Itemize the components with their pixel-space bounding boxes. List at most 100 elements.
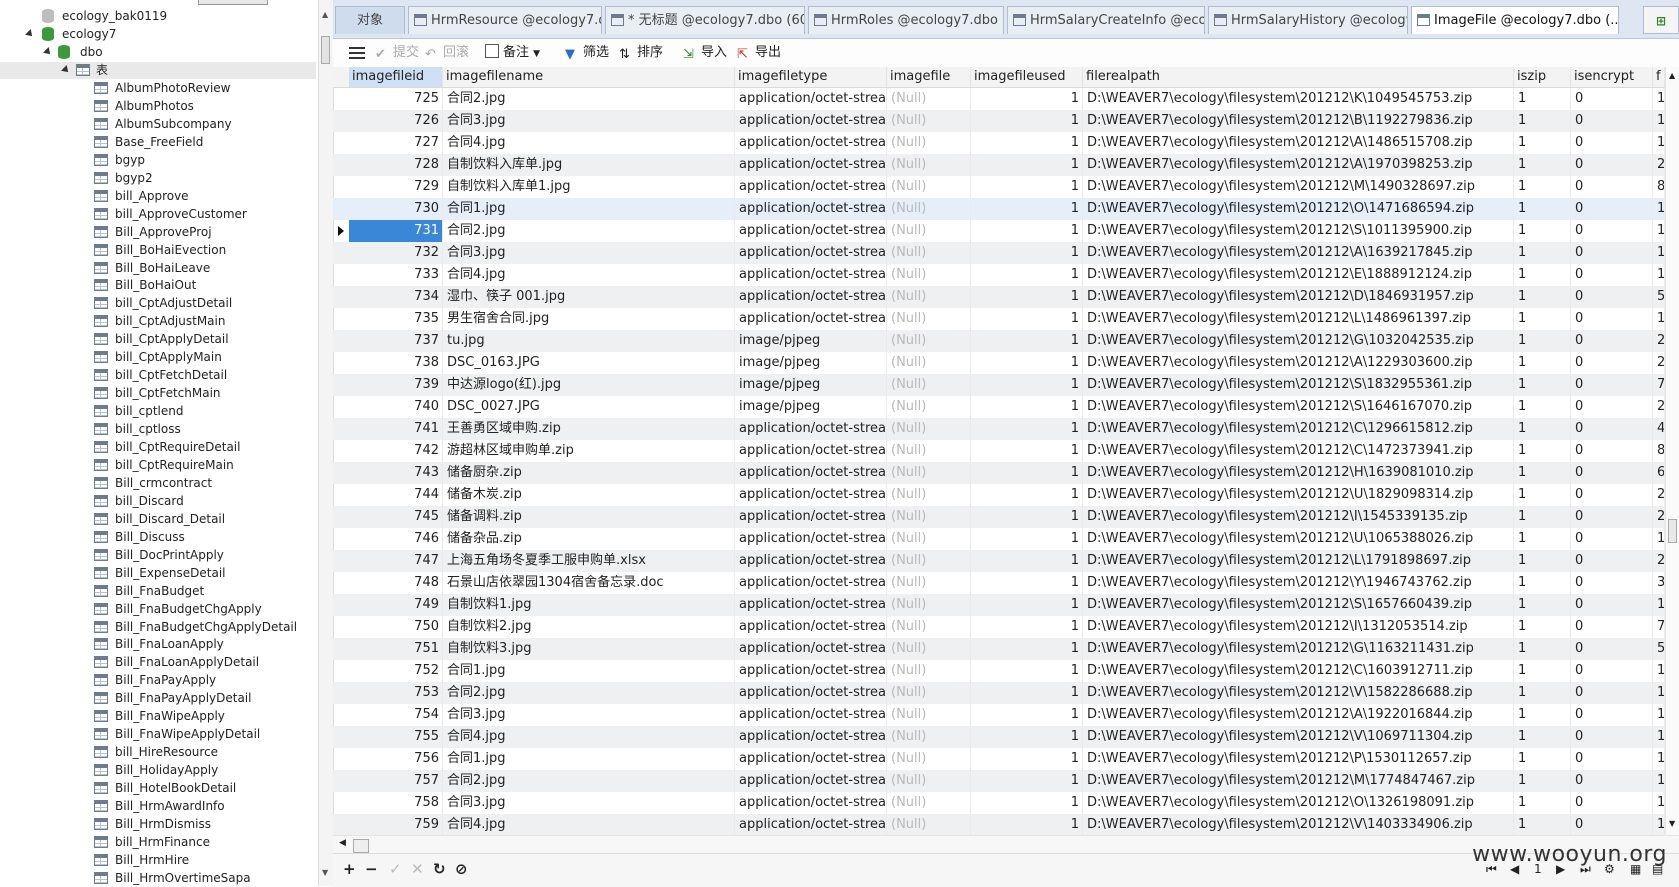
cell-filerealpath[interactable]: D:\WEAVER7\ecology\filesystem\201212\S\1… <box>1083 374 1514 396</box>
cell-iszip[interactable]: 1 <box>1514 572 1571 594</box>
tree-table-item[interactable]: bill_HrmFinance <box>0 834 316 851</box>
tab-table[interactable]: ImageFile @ecology7.dbo (... <box>1411 6 1619 34</box>
cell-imagefile[interactable]: (Null) <box>887 616 971 638</box>
cell-iszip[interactable]: 1 <box>1514 770 1571 792</box>
cell-isencrypt[interactable]: 0 <box>1571 462 1653 484</box>
tab-objects[interactable]: 对象 <box>335 6 405 34</box>
cell-imagefilename[interactable]: 合同1.jpg <box>443 660 735 682</box>
add-record-icon[interactable]: + <box>343 860 356 878</box>
cell-imagefiletype[interactable]: application/octet-stream <box>735 242 887 264</box>
grid-vertical-scrollbar[interactable]: ▲ ▼ <box>1665 67 1679 835</box>
cell-imagefileid[interactable]: 738 <box>349 352 443 374</box>
cell-imagefilename[interactable]: 湿巾、筷子 001.jpg <box>443 286 735 308</box>
tab-table[interactable]: HrmSalaryHistory @ecology... <box>1208 6 1408 34</box>
cell-imagefiletype[interactable]: image/pjpeg <box>735 374 887 396</box>
cell-filerealpath[interactable]: D:\WEAVER7\ecology\filesystem\201212\U\1… <box>1083 484 1514 506</box>
cell-imagefiletype[interactable]: application/octet-stream <box>735 220 887 242</box>
cell-imagefilename[interactable]: 合同4.jpg <box>443 264 735 286</box>
new-tab-icon[interactable]: ⊞ <box>1643 6 1679 34</box>
tree-table-item[interactable]: bill_CptAdjustMain <box>0 313 316 330</box>
cell-imagefile[interactable]: (Null) <box>887 726 971 748</box>
cell-imagefiletype[interactable]: application/octet-stream <box>735 440 887 462</box>
cell-isencrypt[interactable]: 0 <box>1571 286 1653 308</box>
cell-imagefilename[interactable]: 王善勇区域申购.zip <box>443 418 735 440</box>
cell-isencrypt[interactable]: 0 <box>1571 352 1653 374</box>
cell-imagefile[interactable]: (Null) <box>887 594 971 616</box>
cell-f[interactable]: 1 <box>1653 110 1665 132</box>
cell-imagefilename[interactable]: 中达源logo(红).jpg <box>443 374 735 396</box>
cell-imagefiletype[interactable]: application/octet-stream <box>735 704 887 726</box>
cell-imagefileused[interactable]: 1 <box>971 418 1083 440</box>
cell-imagefilename[interactable]: 合同4.jpg <box>443 726 735 748</box>
export-button[interactable]: ⇱ 导出 <box>737 39 781 67</box>
menu-icon[interactable] <box>349 47 365 59</box>
cell-imagefilename[interactable]: 合同2.jpg <box>443 682 735 704</box>
cell-filerealpath[interactable]: D:\WEAVER7\ecology\filesystem\201212\A\1… <box>1083 132 1514 154</box>
cell-isencrypt[interactable]: 0 <box>1571 220 1653 242</box>
cell-filerealpath[interactable]: D:\WEAVER7\ecology\filesystem\201212\H\1… <box>1083 462 1514 484</box>
tree-table-item[interactable]: Bill_FnaWipeApply <box>0 708 316 725</box>
column-header-iszip[interactable]: iszip <box>1514 67 1571 87</box>
tab-table[interactable]: HrmRoles @ecology7.dbo (... <box>808 6 1004 34</box>
cell-imagefile[interactable]: (Null) <box>887 792 971 814</box>
cell-imagefilename[interactable]: 储备杂品.zip <box>443 528 735 550</box>
cell-imagefileid[interactable]: 733 <box>349 264 443 286</box>
tree-scrollbar[interactable]: ▲ ▼ <box>318 0 334 886</box>
cell-imagefile[interactable]: (Null) <box>887 660 971 682</box>
tree-table-item[interactable]: Bill_HrmOvertimeSapa <box>0 870 316 886</box>
tree-table-item[interactable]: Bill_BoHaiLeave <box>0 260 316 277</box>
scroll-down-icon[interactable]: ▼ <box>1669 819 1675 828</box>
cell-imagefileid[interactable]: 728 <box>349 154 443 176</box>
table-row[interactable]: 756 合同1.jpg application/octet-stream (Null)… <box>333 748 1665 770</box>
tree-table-item[interactable]: bgyp2 <box>0 170 316 187</box>
cell-imagefileused[interactable]: 1 <box>971 110 1083 132</box>
cell-imagefileused[interactable]: 1 <box>971 440 1083 462</box>
tree-table-item[interactable]: bill_CptRequireMain <box>0 457 316 474</box>
cell-isencrypt[interactable]: 0 <box>1571 88 1653 110</box>
cell-iszip[interactable]: 1 <box>1514 484 1571 506</box>
cell-iszip[interactable]: 1 <box>1514 418 1571 440</box>
cell-filerealpath[interactable]: D:\WEAVER7\ecology\filesystem\201212\D\1… <box>1083 286 1514 308</box>
refresh-icon[interactable]: ↻ <box>433 860 446 878</box>
cell-imagefiletype[interactable]: application/octet-stream <box>735 198 887 220</box>
tree-table-item[interactable]: Bill_crmcontract <box>0 475 316 492</box>
tab-table[interactable]: HrmResource @ecology7.d... <box>408 6 602 34</box>
cell-filerealpath[interactable]: D:\WEAVER7\ecology\filesystem\201212\A\1… <box>1083 352 1514 374</box>
cell-iszip[interactable]: 1 <box>1514 286 1571 308</box>
cell-isencrypt[interactable]: 0 <box>1571 726 1653 748</box>
tree-table-item[interactable]: Bill_ExpenseDetail <box>0 565 316 582</box>
tree-top-button[interactable] <box>198 0 268 5</box>
tree-table-item[interactable]: bgyp <box>0 152 316 169</box>
cell-filerealpath[interactable]: D:\WEAVER7\ecology\filesystem\201212\V\1… <box>1083 726 1514 748</box>
cell-iszip[interactable]: 1 <box>1514 550 1571 572</box>
cell-isencrypt[interactable]: 0 <box>1571 264 1653 286</box>
table-row[interactable]: 731 合同2.jpg application/octet-stream (Null)… <box>333 220 1665 242</box>
cell-imagefileid[interactable]: 737 <box>349 330 443 352</box>
cell-imagefiletype[interactable]: application/octet-stream <box>735 814 887 835</box>
tree-table-item[interactable]: bill_HireResource <box>0 744 316 761</box>
cell-imagefileid[interactable]: 751 <box>349 638 443 660</box>
cell-imagefileid[interactable]: 732 <box>349 242 443 264</box>
cell-iszip[interactable]: 1 <box>1514 330 1571 352</box>
table-row[interactable]: 737 tu.jpg image/pjpeg (Null) 1 D:\WEAVER7\ec… <box>333 330 1665 352</box>
cell-iszip[interactable]: 1 <box>1514 132 1571 154</box>
cell-imagefile[interactable]: (Null) <box>887 704 971 726</box>
table-row[interactable]: 734 湿巾、筷子 001.jpg application/octet-stream… <box>333 286 1665 308</box>
cell-f[interactable]: 7 <box>1653 616 1665 638</box>
column-header-imagefile[interactable]: imagefile <box>887 67 971 87</box>
table-row[interactable]: 729 自制饮料入库单1.jpg application/octet-stream(… <box>333 176 1665 198</box>
tree-table-item[interactable]: bill_cptloss <box>0 421 316 438</box>
cell-imagefileused[interactable]: 1 <box>971 330 1083 352</box>
cell-imagefile[interactable]: (Null) <box>887 440 971 462</box>
cell-filerealpath[interactable]: D:\WEAVER7\ecology\filesystem\201212\V\1… <box>1083 682 1514 704</box>
table-row[interactable]: 727 合同4.jpg application/octet-stream (Null)… <box>333 132 1665 154</box>
cell-iszip[interactable]: 1 <box>1514 198 1571 220</box>
tree-table-item[interactable]: Bill_BoHaiEvection <box>0 242 316 259</box>
table-row[interactable]: 745 储备调料.zip application/octet-stream (Null… <box>333 506 1665 528</box>
tree-table-item[interactable]: AlbumPhotoReview <box>0 80 316 97</box>
cell-filerealpath[interactable]: D:\WEAVER7\ecology\filesystem\201212\C\1… <box>1083 660 1514 682</box>
table-row[interactable]: 743 储备厨杂.zip application/octet-stream (Null… <box>333 462 1665 484</box>
cell-imagefilename[interactable]: 自制饮料3.jpg <box>443 638 735 660</box>
cell-imagefiletype[interactable]: application/octet-stream <box>735 506 887 528</box>
cell-imagefiletype[interactable]: application/octet-stream <box>735 726 887 748</box>
